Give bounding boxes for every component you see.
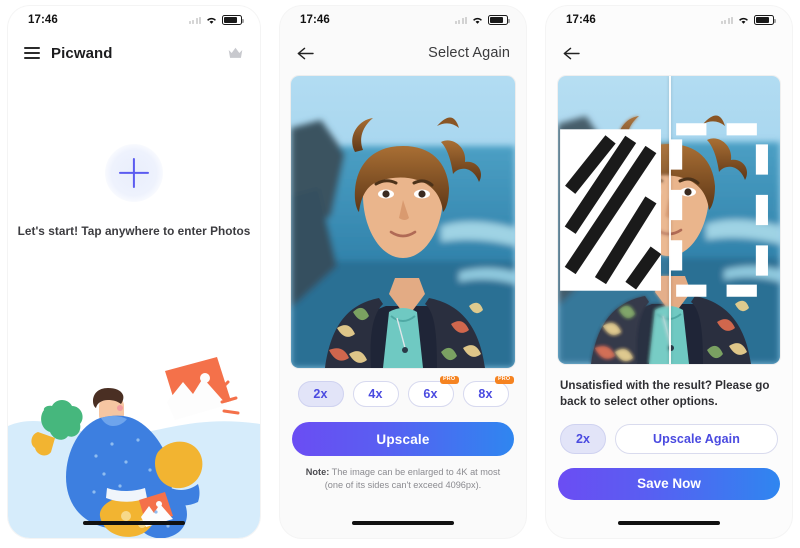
battery-icon — [488, 15, 510, 25]
screenshot-stage: 17:46 Picwand Let's start! Tap anywhere … — [0, 0, 800, 548]
home-indicator — [352, 521, 454, 525]
status-bar: 17:46 — [280, 6, 526, 34]
crown-icon[interactable] — [227, 46, 244, 60]
home-body[interactable]: Let's start! Tap anywhere to enter Photo… — [8, 72, 260, 538]
upscale-again-button[interactable]: Upscale Again — [615, 423, 778, 454]
photo-preview[interactable] — [291, 76, 515, 368]
back-arrow-icon[interactable] — [562, 46, 581, 61]
signal-icon — [188, 16, 201, 24]
wifi-icon — [207, 17, 216, 24]
back-arrow-icon[interactable] — [296, 46, 315, 61]
hamburger-menu-icon[interactable] — [24, 46, 40, 60]
phone-screen-result: 17:46 Unsatisfied with the result? Pleas… — [546, 6, 792, 538]
upscale-button[interactable]: Upscale — [292, 422, 514, 456]
scale-chip-8x[interactable]: 8x PRO — [462, 376, 514, 407]
home-indicator — [83, 521, 185, 525]
scale-chip-label: 2x — [313, 387, 328, 401]
scale-options[interactable]: 2x 4x 6x PRO 8x PRO — [280, 376, 526, 407]
home-indicator — [618, 521, 720, 525]
signal-icon — [720, 16, 733, 24]
note-line-2: (one of its sides can't exceed 4096px). — [324, 480, 482, 491]
upscale-navbar: Select Again — [280, 34, 526, 72]
battery-icon — [222, 15, 244, 25]
select-again-button[interactable]: Select Again — [428, 45, 510, 61]
compare-split-icon[interactable] — [558, 76, 772, 354]
scale-chip-4x[interactable]: 4x — [352, 381, 399, 407]
onboarding-illustration — [8, 340, 260, 538]
scale-chip-2x[interactable]: 2x — [560, 423, 606, 454]
note-text: Note: The image can be enlarged to 4K at… — [289, 466, 517, 492]
app-title: Picwand — [51, 44, 113, 62]
save-now-button[interactable]: Save Now — [558, 467, 780, 500]
add-photo-area[interactable]: Let's start! Tap anywhere to enter Photo… — [8, 144, 260, 238]
status-bar: 17:46 — [8, 6, 260, 34]
scale-chip-label: 6x — [423, 387, 438, 401]
phone-screen-home: 17:46 Picwand Let's start! Tap anywhere … — [8, 6, 260, 538]
result-actions-row: 2x Upscale Again — [560, 423, 778, 454]
wifi-icon — [739, 17, 748, 24]
status-indicators — [188, 15, 244, 25]
pro-badge: PRO — [439, 376, 459, 385]
pro-badge: PRO — [494, 376, 514, 385]
note-line-1: The image can be enlarged to 4K at most — [329, 467, 501, 477]
scale-chip-label: 8x — [478, 387, 493, 401]
scale-chip-label: 4x — [368, 387, 383, 401]
result-navbar — [546, 34, 792, 72]
scale-chip-6x[interactable]: 6x PRO — [407, 376, 459, 407]
battery-icon — [754, 15, 776, 25]
result-message: Unsatisfied with the result? Please go b… — [560, 379, 770, 409]
status-time: 17:46 — [300, 14, 330, 26]
add-photo-button[interactable] — [105, 144, 163, 202]
status-bar: 17:46 — [546, 6, 792, 34]
status-time: 17:46 — [566, 14, 596, 26]
start-hint-text: Let's start! Tap anywhere to enter Photo… — [17, 224, 251, 238]
comparison-photo[interactable] — [558, 76, 780, 364]
signal-icon — [454, 16, 467, 24]
scale-chip-2x[interactable]: 2x — [297, 381, 344, 407]
status-indicators — [720, 15, 776, 25]
status-indicators — [454, 15, 510, 25]
status-time: 17:46 — [28, 14, 58, 26]
note-prefix: Note: — [305, 467, 330, 477]
app-navbar: Picwand — [8, 34, 260, 72]
wifi-icon — [473, 17, 482, 24]
phone-screen-upscale-options: 17:46 Select Again 2x 4x 6x PRO 8x PRO U… — [280, 6, 526, 538]
plus-icon — [119, 158, 149, 188]
